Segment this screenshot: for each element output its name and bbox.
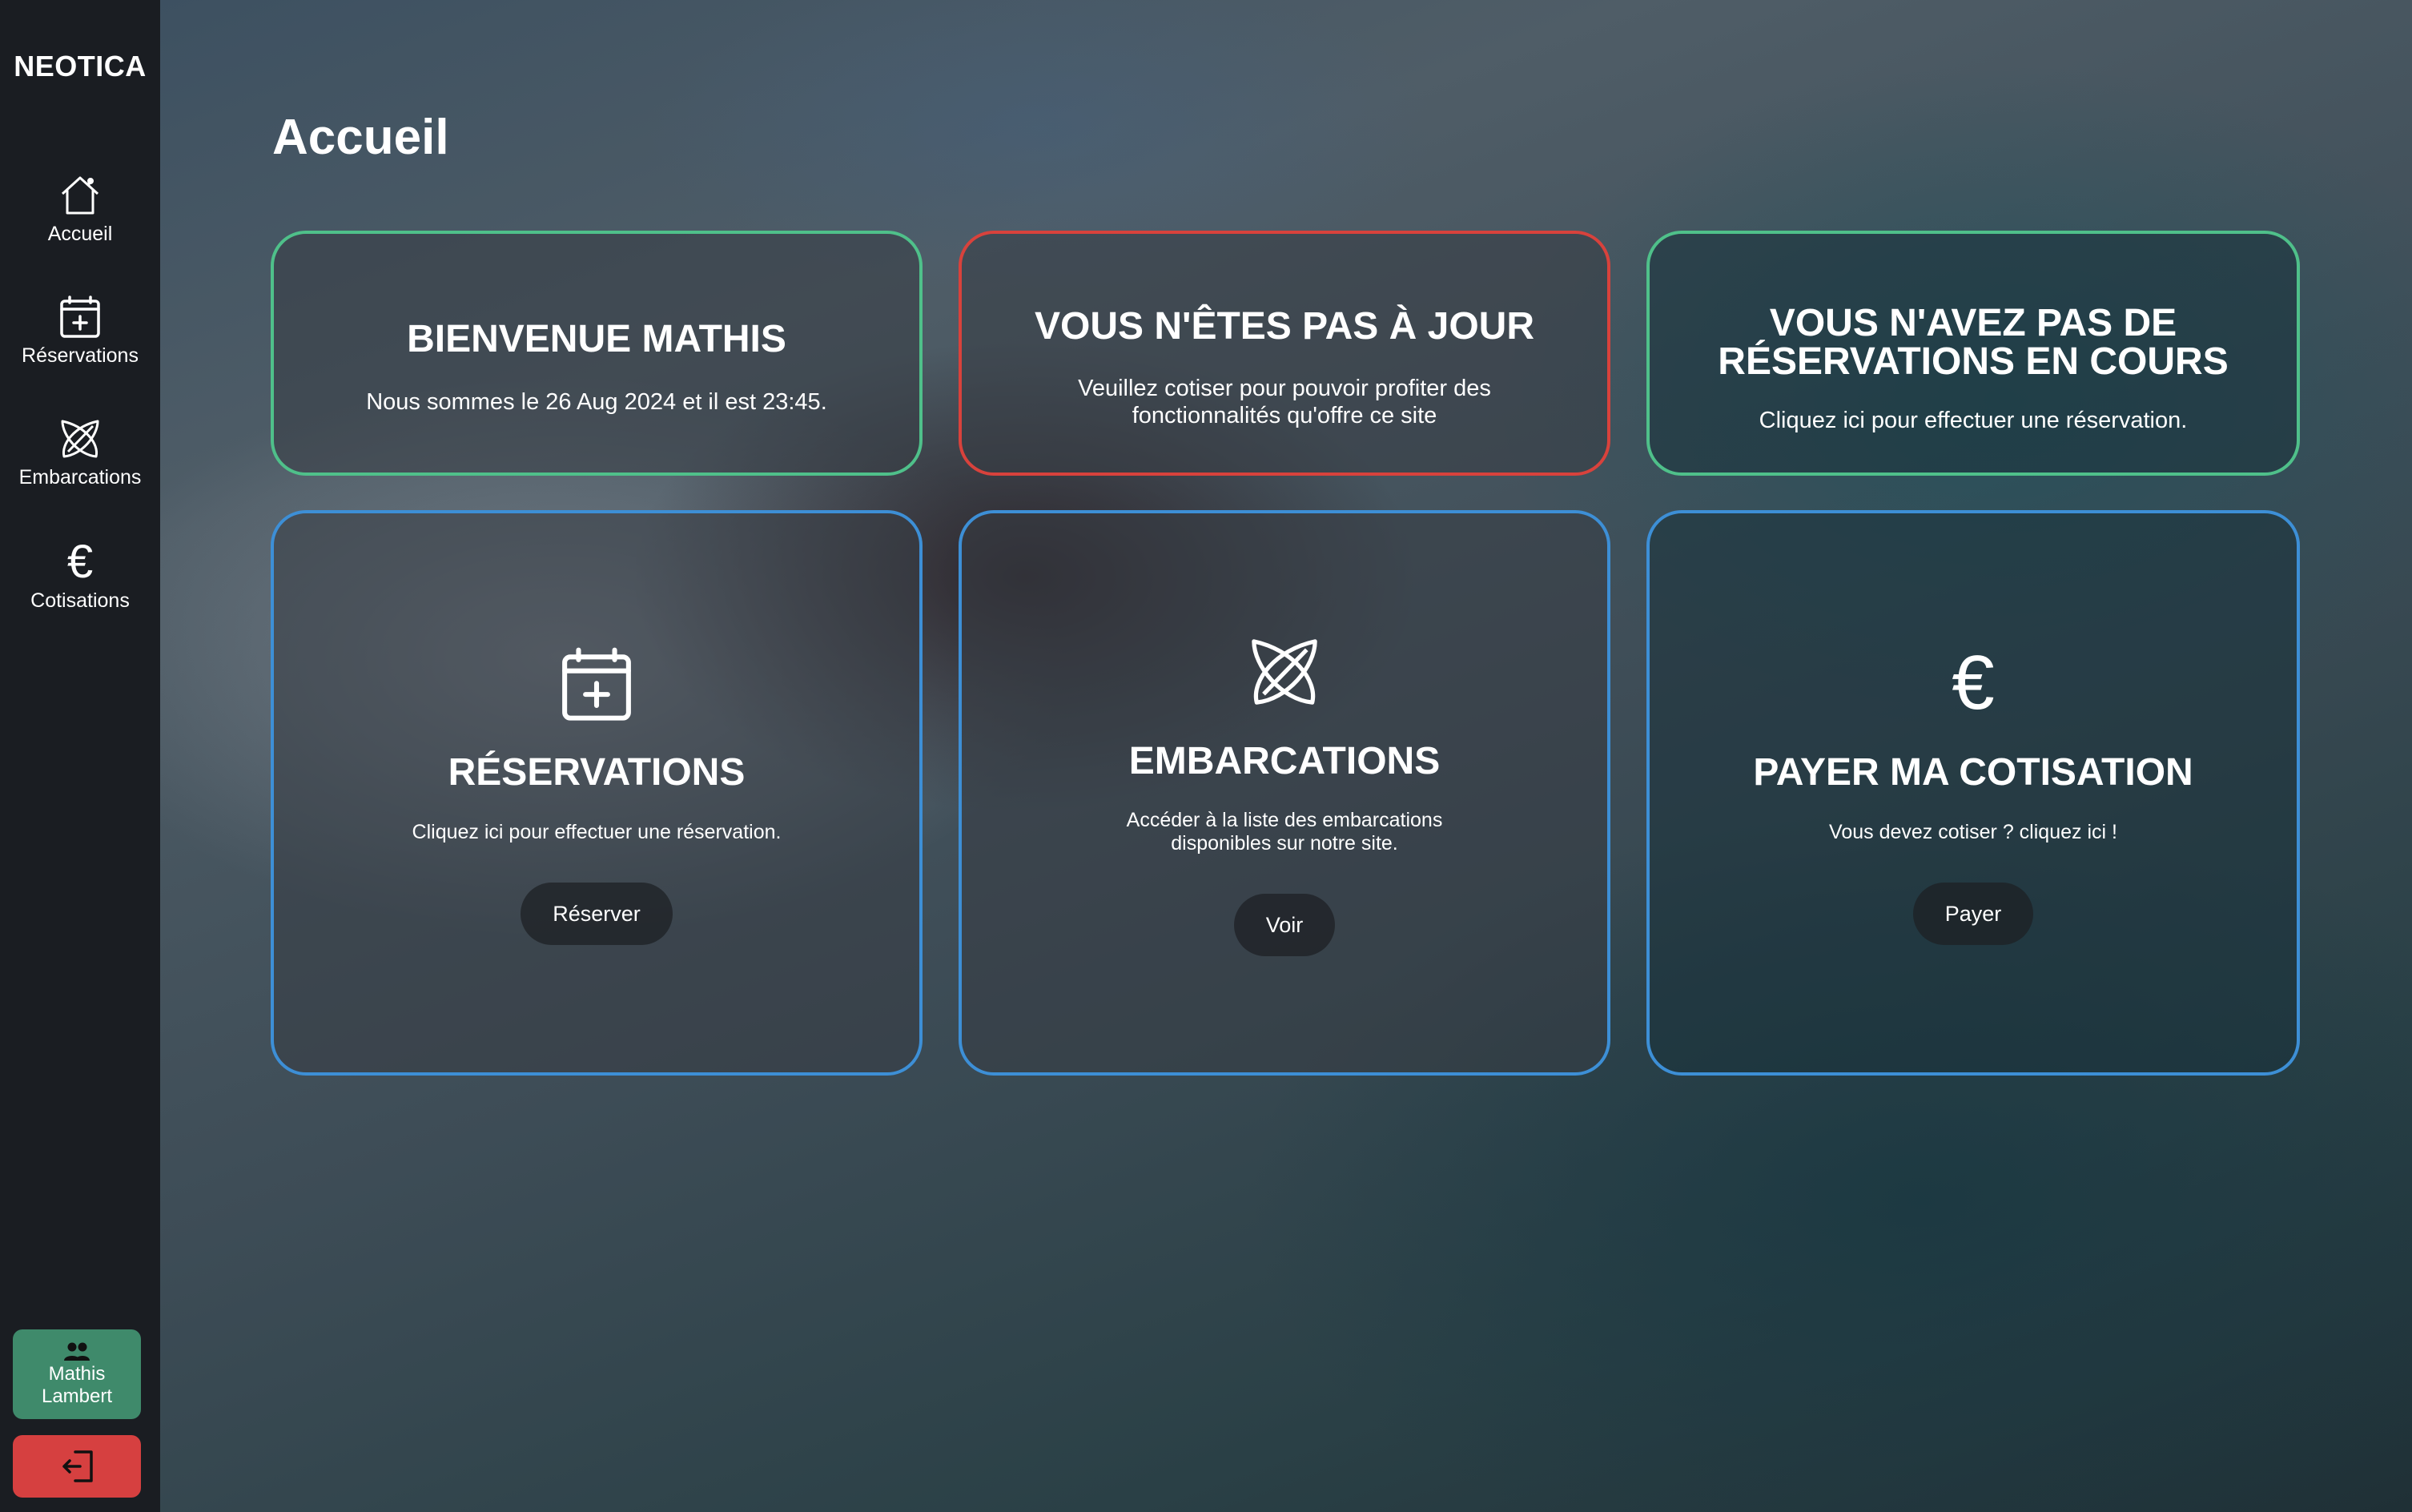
view-button[interactable]: Voir xyxy=(1233,894,1336,956)
brand-logo[interactable]: NEOTICA xyxy=(0,50,160,83)
user-last-name: Lambert xyxy=(41,1385,113,1407)
surfboards-icon xyxy=(1252,639,1317,705)
embarcations-card[interactable]: EMBARCATIONS Accéder à la liste des emba… xyxy=(959,510,1610,1076)
sidebar-item-label: Réservations xyxy=(22,344,139,367)
sidebar-item-label: Accueil xyxy=(47,223,113,245)
user-first-name: Mathis xyxy=(48,1363,106,1385)
sidebar-item-cotisations[interactable]: € Cotisations xyxy=(0,538,160,613)
welcome-card: BIENVENUE MATHIS Nous sommes le 26 Aug 2… xyxy=(271,231,923,476)
euro-icon: € xyxy=(1952,640,1995,726)
reservations-text: Cliquez ici pour effectuer une réservati… xyxy=(412,821,782,843)
cotisation-title: PAYER MA COTISATION xyxy=(1753,751,2193,794)
sidebar-item-label: Cotisations xyxy=(30,589,130,612)
sidebar-item-accueil[interactable]: Accueil xyxy=(0,171,160,246)
welcome-date-text: Nous sommes le 26 Aug 2024 et il est 23:… xyxy=(366,389,827,415)
no-reservation-title-line2: RÉSERVATIONS EN COURS xyxy=(1718,340,2229,383)
users-icon xyxy=(64,1342,90,1361)
cotisation-card[interactable]: € PAYER MA COTISATION Vous devez cotiser… xyxy=(1646,510,2300,1076)
membership-status-text-line1: Veuillez cotiser pour pouvoir profiter d… xyxy=(1078,376,1491,401)
no-reservation-title-line1: VOUS N'AVEZ PAS DE xyxy=(1769,302,2177,344)
membership-status-card[interactable]: VOUS N'ÊTES PAS À JOUR Veuillez cotiser … xyxy=(959,231,1610,476)
surfboards-icon xyxy=(61,420,99,458)
reservations-card[interactable]: RÉSERVATIONS Cliquez ici pour effectuer … xyxy=(271,510,923,1076)
membership-status-text-line2: fonctionnalités qu'offre ce site xyxy=(1132,403,1437,428)
home-icon xyxy=(61,176,99,215)
no-reservation-text: Cliquez ici pour effectuer une réservati… xyxy=(1759,408,2188,433)
sidebar: NEOTICA Accueil Réservations Embarcation… xyxy=(0,0,160,1512)
reserve-button[interactable]: Réserver xyxy=(521,883,673,945)
logout-button[interactable] xyxy=(13,1435,141,1498)
calendar-plus-icon xyxy=(562,647,631,721)
welcome-title: BIENVENUE MATHIS xyxy=(407,318,786,360)
embarcations-title: EMBARCATIONS xyxy=(1128,740,1441,782)
no-reservation-card[interactable]: VOUS N'AVEZ PAS DE RÉSERVATIONS EN COURS… xyxy=(1646,231,2300,476)
pay-button[interactable]: Payer xyxy=(1912,883,2034,945)
sidebar-item-label: Embarcations xyxy=(18,466,142,489)
sidebar-item-embarcations[interactable]: Embarcations xyxy=(0,415,160,489)
logout-icon xyxy=(62,1450,93,1482)
euro-icon: € xyxy=(66,536,94,588)
calendar-plus-icon xyxy=(60,296,100,338)
reservations-title: RÉSERVATIONS xyxy=(448,751,746,794)
user-profile-button[interactable]: Mathis Lambert xyxy=(13,1329,141,1419)
embarcations-text-line2: disponibles sur notre site. xyxy=(1171,832,1398,855)
sidebar-item-reservations[interactable]: Réservations xyxy=(0,293,160,368)
embarcations-text-line1: Accéder à la liste des embarcations xyxy=(1126,809,1443,831)
cotisation-text: Vous devez cotiser ? cliquez ici ! xyxy=(1829,821,2117,843)
page-title: Accueil xyxy=(272,110,449,165)
membership-status-title: VOUS N'ÊTES PAS À JOUR xyxy=(1035,305,1534,348)
